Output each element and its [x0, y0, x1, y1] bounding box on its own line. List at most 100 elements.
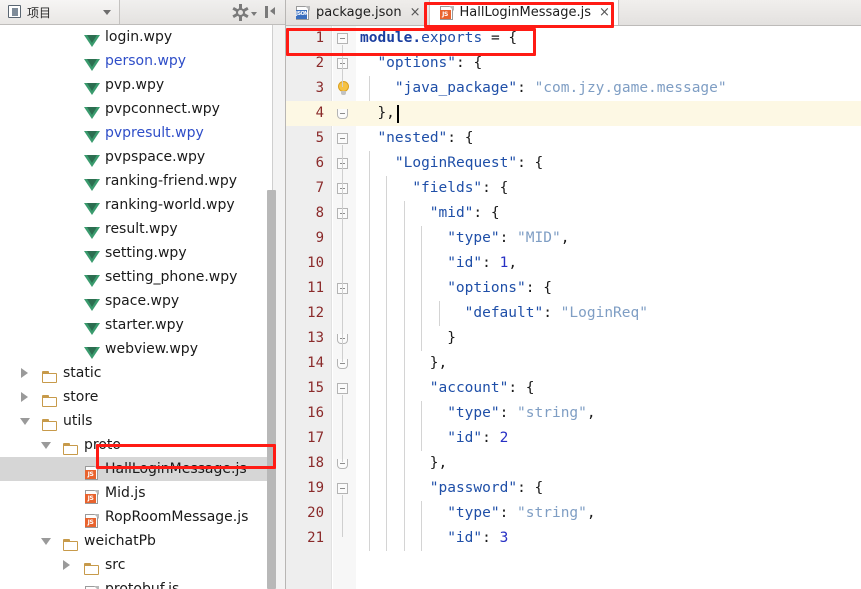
code-token: :: [482, 530, 500, 546]
code-line-text: "mid": {: [430, 201, 500, 226]
code-line-2[interactable]: 2 "options": {: [286, 51, 861, 76]
tree-item-label: result.wpy: [105, 221, 178, 237]
code-token: "nested": [377, 130, 448, 146]
tree-file-person.wpy[interactable]: person.wpy: [0, 49, 271, 73]
tree-folder-src[interactable]: src: [0, 553, 271, 577]
code-line-14[interactable]: 14},: [286, 351, 861, 376]
tree-file-HallLoginMessage.js[interactable]: JS HallLoginMessage.js: [0, 457, 271, 481]
tree-file-Mid.js[interactable]: JS Mid.js: [0, 481, 271, 505]
editor-tab-HallLoginMessage.js[interactable]: JS HallLoginMessage.js ×: [429, 0, 619, 25]
tree-file-protobuf.js[interactable]: JS protobuf.js: [0, 577, 271, 589]
chevron-down-icon[interactable]: [251, 12, 257, 16]
code-line-13[interactable]: 13}: [286, 326, 861, 351]
code-line-9[interactable]: 9 "type": "MID",: [286, 226, 861, 251]
code-line-7[interactable]: 7 "fields": {: [286, 176, 861, 201]
tree-item-label: ranking-world.wpy: [105, 197, 235, 213]
tree-file-starter.wpy[interactable]: starter.wpy: [0, 313, 271, 337]
gear-icon[interactable]: [232, 3, 249, 21]
code-line-11[interactable]: 11 "options": {: [286, 276, 861, 301]
js-file-icon: JS: [84, 489, 100, 505]
code-line-15[interactable]: 15 "account": {: [286, 376, 861, 401]
code-line-text: "password": {: [430, 476, 544, 501]
fold-marker-icon[interactable]: [337, 133, 348, 144]
fold-marker-icon[interactable]: [337, 383, 348, 394]
code-line-6[interactable]: 6 "LoginRequest": {: [286, 151, 861, 176]
line-number: 14: [307, 355, 324, 371]
code-line-3[interactable]: 3 "java_package": "com.jzy.game.message": [286, 76, 861, 101]
code-line-text: "type": "string",: [447, 401, 595, 426]
tree-folder-weichatPb[interactable]: weichatPb: [0, 529, 271, 553]
project-file-tree[interactable]: login.wpy person.wpy pvp.wpy pvpconnect.wpy…: [0, 25, 285, 589]
tree-file-ranking-world.wpy[interactable]: ranking-world.wpy: [0, 193, 271, 217]
chevron-down-icon[interactable]: [20, 418, 30, 425]
tree-item-label: utils: [63, 413, 93, 429]
tree-file-ranking-friend.wpy[interactable]: ranking-friend.wpy: [0, 169, 271, 193]
tree-file-setting.wpy[interactable]: setting.wpy: [0, 241, 271, 265]
tree-file-pvp.wpy[interactable]: pvp.wpy: [0, 73, 271, 97]
line-number: 6: [315, 155, 324, 171]
tree-file-pvpconnect.wpy[interactable]: pvpconnect.wpy: [0, 97, 271, 121]
fold-marker-icon[interactable]: [337, 33, 348, 44]
tree-file-login.wpy[interactable]: login.wpy: [0, 25, 271, 49]
indent-guide: [386, 426, 388, 451]
tree-folder-static[interactable]: static: [0, 361, 271, 385]
wpy-file-icon: [84, 57, 100, 73]
code-line-8[interactable]: 8 "mid": {: [286, 201, 861, 226]
code-line-4[interactable]: 4},: [286, 101, 861, 126]
code-token: ,: [560, 230, 570, 246]
code-line-19[interactable]: 19 "password": {: [286, 476, 861, 501]
folder-icon: [42, 417, 58, 433]
code-token: : {: [456, 55, 483, 71]
code-line-20[interactable]: 20 "type": "string",: [286, 501, 861, 526]
code-line-1[interactable]: 1 module.exports = {: [286, 26, 861, 51]
code-line-18[interactable]: 18},: [286, 451, 861, 476]
code-line-12[interactable]: 12 "default": "LoginReq": [286, 301, 861, 326]
chevron-right-icon[interactable]: [63, 560, 70, 570]
chevron-right-icon[interactable]: [21, 392, 28, 402]
tree-file-pvpresult.wpy[interactable]: pvpresult.wpy: [0, 121, 271, 145]
code-editor[interactable]: 1 module.exports = {2 "options": {3 "java_p…: [286, 26, 861, 589]
tree-file-webview.wpy[interactable]: webview.wpy: [0, 337, 271, 361]
editor-tab-package.json[interactable]: JSON package.json ×: [286, 0, 430, 25]
code-line-16[interactable]: 16 "type": "string",: [286, 401, 861, 426]
tree-file-pvpspace.wpy[interactable]: pvpspace.wpy: [0, 145, 271, 169]
project-tab[interactable]: 项目: [0, 0, 120, 24]
chevron-down-icon[interactable]: [103, 10, 111, 15]
close-icon[interactable]: ×: [599, 6, 610, 19]
code-line-text: },: [430, 451, 447, 476]
collapse-all-icon[interactable]: [264, 5, 278, 19]
wpy-file-icon: [84, 249, 100, 265]
editor-tab-label: HallLoginMessage.js: [459, 5, 592, 20]
close-icon[interactable]: ×: [410, 6, 421, 19]
code-line-5[interactable]: 5 "nested": {: [286, 126, 861, 151]
tree-folder-store[interactable]: store: [0, 385, 271, 409]
fold-marker-icon[interactable]: [337, 109, 348, 119]
indent-guide: [386, 451, 388, 476]
intention-bulb-icon[interactable]: [337, 81, 350, 96]
tree-file-result.wpy[interactable]: result.wpy: [0, 217, 271, 241]
chevron-right-icon[interactable]: [21, 368, 28, 378]
indent-guide: [403, 401, 405, 426]
tree-folder-proto[interactable]: proto: [0, 433, 271, 457]
indent-guide: [369, 526, 370, 551]
folder-icon: [63, 537, 79, 553]
indent-guide: [421, 501, 423, 526]
code-token: :: [499, 405, 518, 421]
chevron-down-icon[interactable]: [41, 538, 51, 545]
tree-folder-utils[interactable]: utils: [0, 409, 271, 433]
indent-guide: [386, 251, 388, 276]
tree-file-RopRoomMessage.js[interactable]: JS RopRoomMessage.js: [0, 505, 271, 529]
sidebar-vertical-scrollbar[interactable]: [267, 190, 276, 589]
fold-marker-icon[interactable]: [337, 483, 348, 494]
chevron-down-icon[interactable]: [41, 442, 51, 449]
code-token: : {: [473, 205, 500, 221]
indent-guide: [386, 476, 388, 501]
tree-item-label: src: [105, 557, 126, 573]
code-line-17[interactable]: 17 "id": 2: [286, 426, 861, 451]
tree-file-setting_phone.wpy[interactable]: setting_phone.wpy: [0, 265, 271, 289]
fold-connector: [342, 45, 343, 87]
tree-file-space.wpy[interactable]: space.wpy: [0, 289, 271, 313]
code-line-21[interactable]: 21 "id": 3: [286, 526, 861, 551]
code-token: ,: [508, 255, 518, 271]
code-line-10[interactable]: 10 "id": 1,: [286, 251, 861, 276]
